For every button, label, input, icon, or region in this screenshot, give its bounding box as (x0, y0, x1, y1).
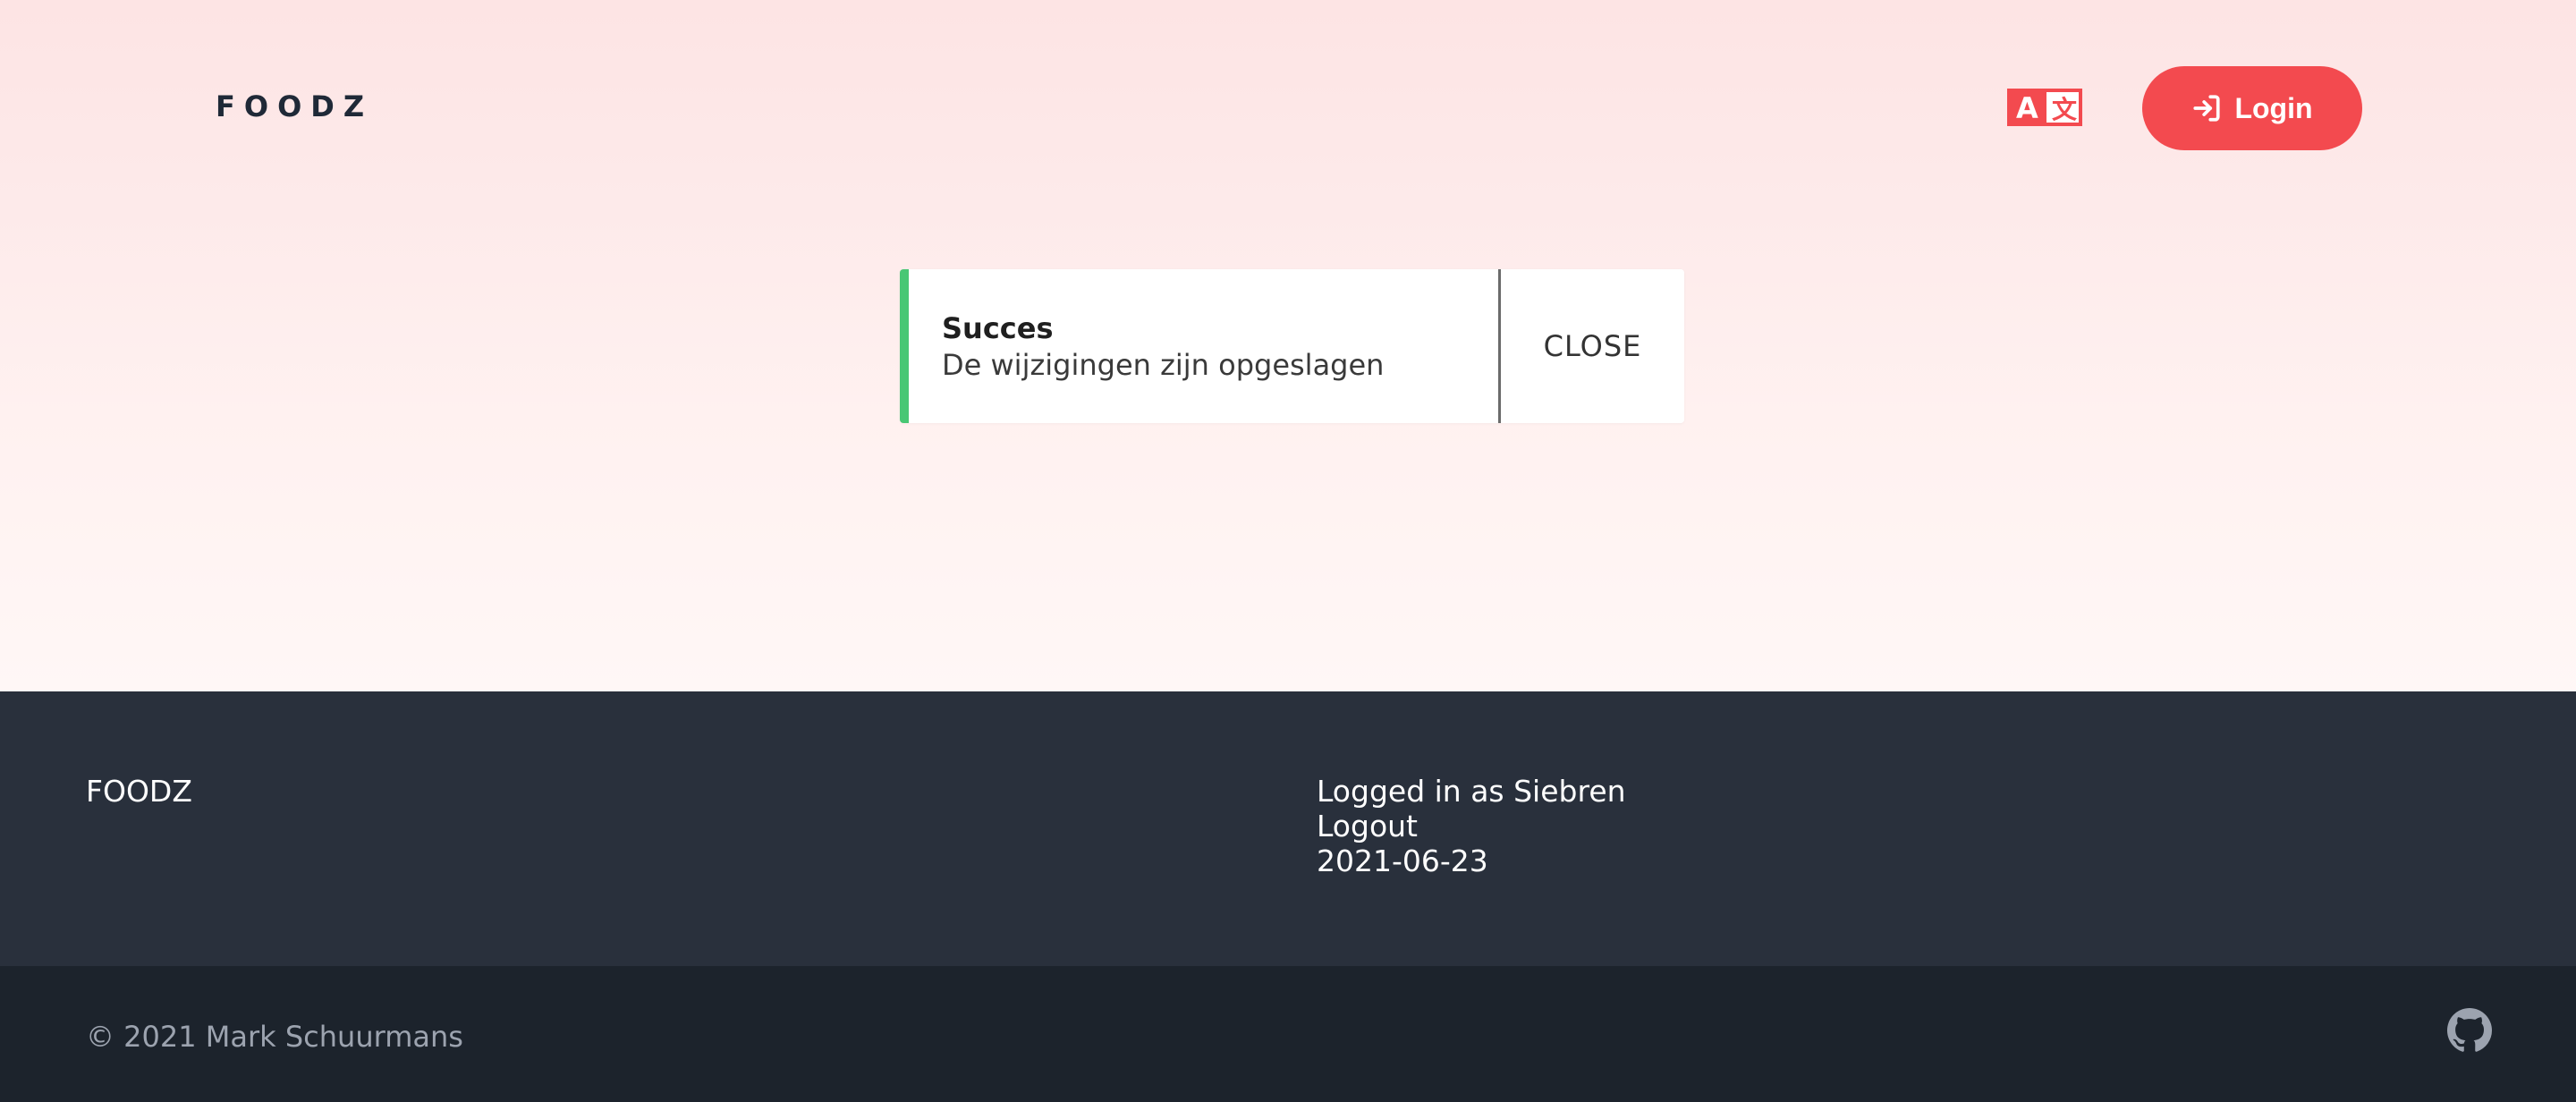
footer-user-info: Logged in as Siebren Logout 2021-06-23 (1317, 774, 1626, 878)
sign-in-icon (2193, 95, 2221, 122)
logged-in-text: Logged in as Siebren (1317, 774, 1626, 809)
logout-link[interactable]: Logout (1317, 809, 1626, 843)
github-icon[interactable] (2447, 1008, 2492, 1053)
notification-message: De wijzigingen zijn opgeslagen (942, 348, 1385, 382)
footer: FOODZ Logged in as Siebren Logout 2021-0… (0, 691, 2576, 966)
footer-date: 2021-06-23 (1317, 843, 1488, 878)
translate-icon[interactable]: A 文 (2007, 89, 2082, 126)
notification-body: Succes De wijzigingen zijn opgeslagen (909, 269, 1501, 423)
bottom-bar: © 2021 Mark Schuurmans (0, 966, 2576, 1102)
svg-text:A: A (2016, 91, 2038, 125)
footer-brand: FOODZ (86, 774, 192, 809)
notification-close-button[interactable]: CLOSE (1501, 269, 1684, 423)
copyright-text: © 2021 Mark Schuurmans (86, 1020, 463, 1054)
login-button[interactable]: Login (2142, 66, 2362, 150)
hero-section: FOODZ A 文 Login Succes De wijzigingen zi… (0, 0, 2576, 691)
notification-title: Succes (942, 311, 1054, 345)
success-notification: Succes De wijzigingen zijn opgeslagen CL… (900, 269, 1684, 423)
brand-logo[interactable]: FOODZ (216, 89, 373, 123)
svg-text:文: 文 (2052, 95, 2077, 124)
login-label: Login (2234, 91, 2313, 124)
